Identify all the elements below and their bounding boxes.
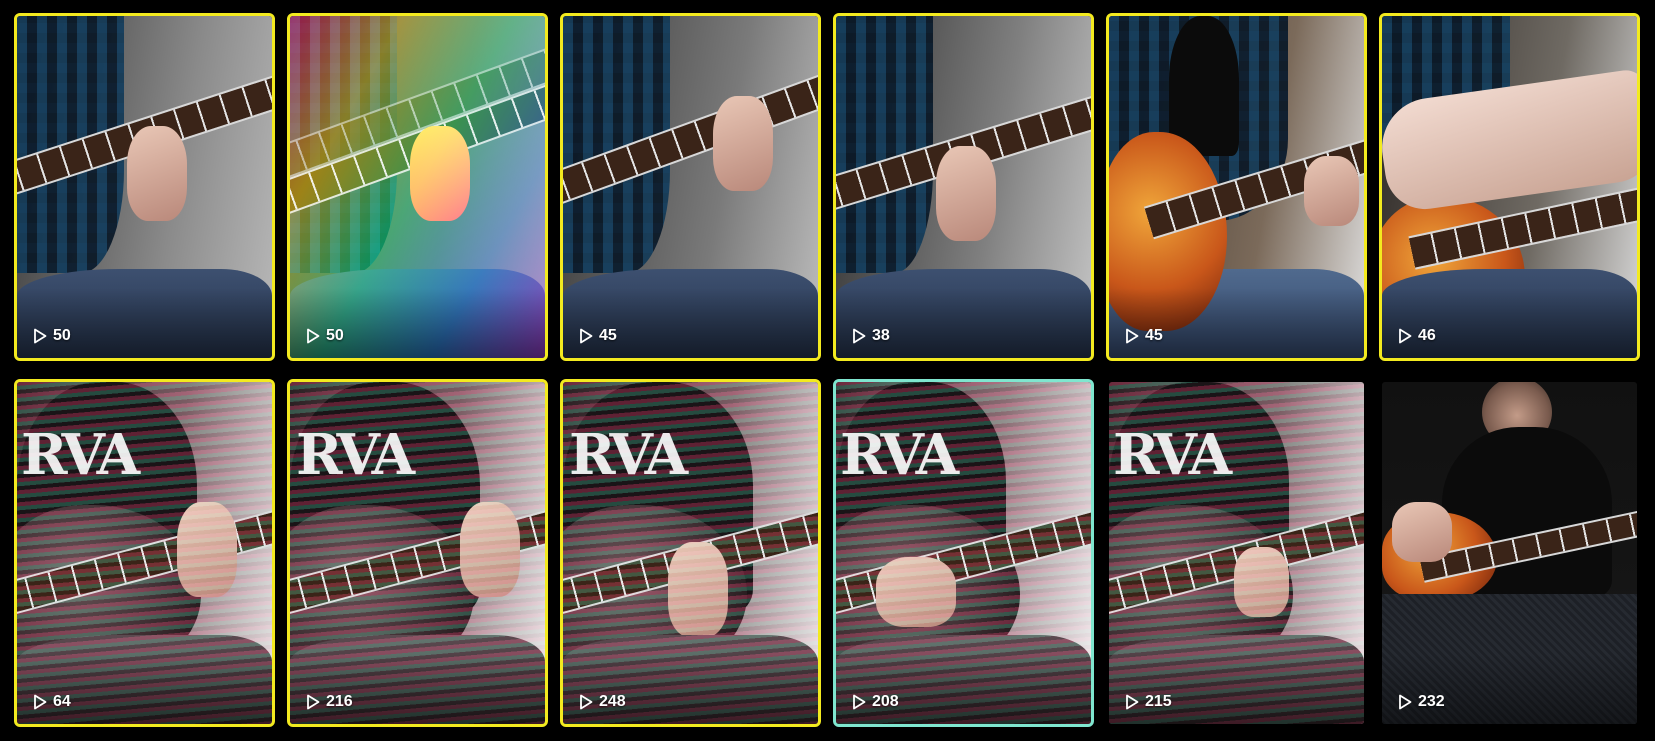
play-icon bbox=[579, 694, 593, 710]
thumbnail-image bbox=[1382, 382, 1637, 724]
video-thumbnail[interactable]: 50 bbox=[287, 13, 548, 361]
view-count-text: 215 bbox=[1145, 693, 1172, 710]
view-count: 216 bbox=[306, 693, 353, 711]
view-count-text: 46 bbox=[1418, 327, 1436, 344]
video-grid: 50 50 45 38 45 46 64 216 248 208 215 232 bbox=[14, 13, 1640, 727]
play-icon bbox=[33, 694, 47, 710]
view-count-text: 248 bbox=[599, 693, 626, 710]
video-thumbnail[interactable]: RVA 216 bbox=[287, 379, 548, 727]
view-count: 45 bbox=[579, 327, 617, 345]
video-thumbnail[interactable]: RVA 64 bbox=[14, 379, 275, 727]
view-count: 50 bbox=[33, 327, 71, 345]
play-icon bbox=[33, 328, 47, 344]
video-thumbnail[interactable]: RVA 248 bbox=[560, 379, 821, 727]
thumbnail-image bbox=[1382, 16, 1637, 358]
view-count: 232 bbox=[1398, 693, 1445, 711]
view-count-text: 45 bbox=[599, 327, 617, 344]
view-count: 46 bbox=[1398, 327, 1436, 345]
play-icon bbox=[1125, 694, 1139, 710]
view-count: 248 bbox=[579, 693, 626, 711]
view-count: 45 bbox=[1125, 327, 1163, 345]
video-thumbnail[interactable]: 38 bbox=[833, 13, 1094, 361]
view-count-text: 64 bbox=[53, 693, 71, 710]
thumbnail-image: RVA bbox=[1109, 382, 1364, 724]
play-icon bbox=[852, 328, 866, 344]
play-icon bbox=[306, 694, 320, 710]
video-thumbnail[interactable]: 232 bbox=[1379, 379, 1640, 727]
view-count: 38 bbox=[852, 327, 890, 345]
thumbnail-image bbox=[1109, 16, 1364, 358]
view-count-text: 38 bbox=[872, 327, 890, 344]
view-count-text: 50 bbox=[326, 327, 344, 344]
view-count-text: 45 bbox=[1145, 327, 1163, 344]
view-count-text: 232 bbox=[1418, 693, 1445, 710]
play-icon bbox=[579, 328, 593, 344]
view-count-text: 216 bbox=[326, 693, 353, 710]
view-count: 50 bbox=[306, 327, 344, 345]
view-count-text: 208 bbox=[872, 693, 899, 710]
view-count: 215 bbox=[1125, 693, 1172, 711]
thumbnail-image: RVA bbox=[17, 382, 272, 724]
thumbnail-image: RVA bbox=[563, 382, 818, 724]
view-count: 208 bbox=[852, 693, 899, 711]
play-icon bbox=[1125, 328, 1139, 344]
video-thumbnail[interactable]: RVA 215 bbox=[1106, 379, 1367, 727]
thumbnail-image: RVA bbox=[290, 382, 545, 724]
play-icon bbox=[1398, 328, 1412, 344]
video-thumbnail[interactable]: 46 bbox=[1379, 13, 1640, 361]
video-thumbnail[interactable]: 50 bbox=[14, 13, 275, 361]
play-icon bbox=[852, 694, 866, 710]
thumbnail-image bbox=[836, 16, 1091, 358]
view-count-text: 50 bbox=[53, 327, 71, 344]
video-thumbnail[interactable]: 45 bbox=[560, 13, 821, 361]
thumbnail-image bbox=[290, 16, 545, 358]
view-count: 64 bbox=[33, 693, 71, 711]
thumbnail-image bbox=[17, 16, 272, 358]
thumbnail-image bbox=[563, 16, 818, 358]
video-thumbnail[interactable]: 45 bbox=[1106, 13, 1367, 361]
thumbnail-image: RVA bbox=[836, 382, 1091, 724]
play-icon bbox=[1398, 694, 1412, 710]
video-thumbnail[interactable]: RVA 208 bbox=[833, 379, 1094, 727]
play-icon bbox=[306, 328, 320, 344]
